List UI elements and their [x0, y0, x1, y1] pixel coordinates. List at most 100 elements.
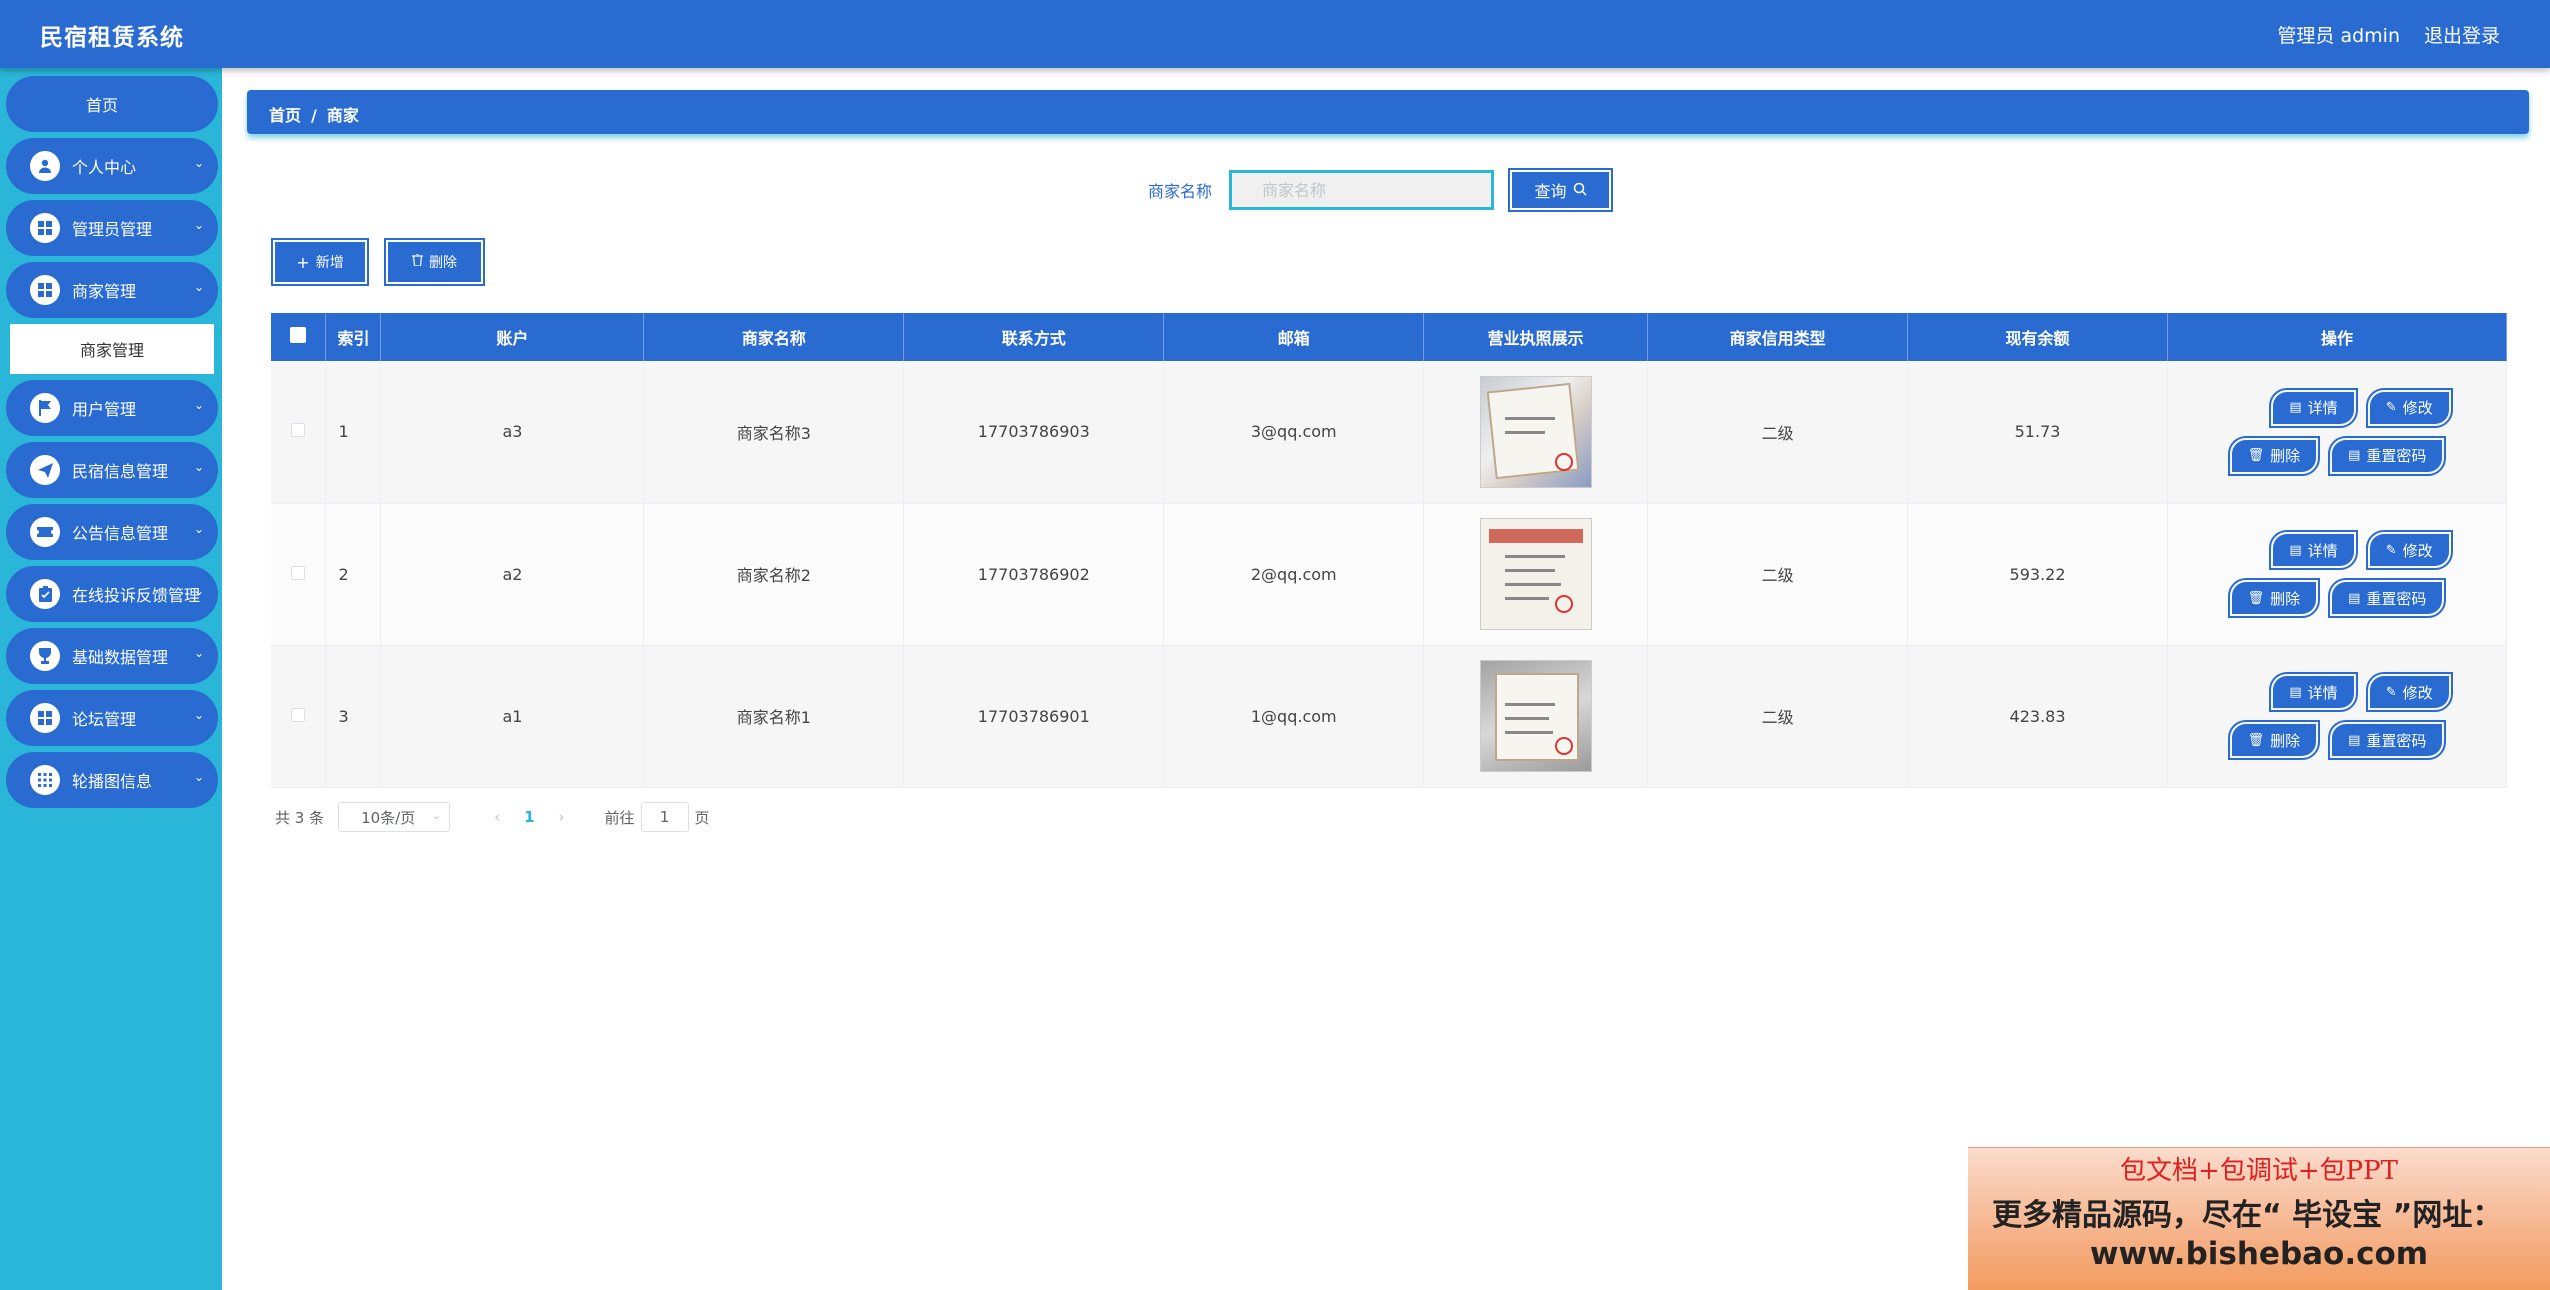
- license-thumbnail[interactable]: [1479, 375, 1592, 488]
- cell-credit-type: 二级: [1647, 645, 1909, 788]
- table-row: 2 a2 商家名称2 17703786902 2@qq.com 二级 593.2…: [271, 503, 2507, 646]
- reset-password-button[interactable]: ▤ 重置密码: [2328, 720, 2447, 760]
- top-header: 民宿租赁系统 管理员 admin 退出登录: [0, 0, 2550, 68]
- reset-password-button[interactable]: ▤ 重置密码: [2328, 435, 2447, 476]
- breadcrumb-separator: /: [311, 106, 317, 125]
- sidebar-item-label: 管理员管理: [72, 220, 153, 239]
- query-button[interactable]: 查询: [1508, 168, 1613, 212]
- document-icon: ▤: [2289, 542, 2302, 558]
- reset-password-button[interactable]: ▤ 重置密码: [2328, 578, 2447, 618]
- chevron-down-icon: ⌄: [193, 584, 204, 598]
- cell-license: [1423, 645, 1649, 788]
- column-header-credit-type: 商家信用类型: [1647, 313, 1909, 361]
- column-header-license: 营业执照展示: [1423, 313, 1649, 361]
- sidebar-item-label: 在线投诉反馈管理: [72, 586, 201, 605]
- row-checkbox[interactable]: [271, 361, 327, 504]
- logout-link[interactable]: 退出登录: [2424, 21, 2500, 48]
- delete-button[interactable]: 🗑 删除: [2227, 578, 2321, 618]
- cell-actions: ▤ 详情 ✎ 修改 🗑 删除 ▤ 重置密码: [2167, 503, 2507, 646]
- edit-button-label: 修改: [2402, 399, 2433, 418]
- reset-password-button-label: 重置密码: [2366, 447, 2427, 466]
- goto-label: 前往: [604, 808, 635, 827]
- sidebar-item-basic-data[interactable]: 基础数据管理 ⌄: [6, 628, 218, 684]
- next-page-icon[interactable]: ›: [559, 808, 565, 826]
- license-thumbnail[interactable]: [1479, 660, 1592, 772]
- ticket-icon: [30, 517, 60, 547]
- checkbox-icon: [291, 423, 306, 438]
- cell-merchant-name: 商家名称2: [643, 503, 905, 646]
- cell-credit-type: 二级: [1647, 361, 1909, 504]
- sidebar-item-admin-management[interactable]: 管理员管理 ⌄: [6, 200, 218, 256]
- sidebar-subitem-merchant-management[interactable]: 商家管理: [10, 324, 214, 374]
- reset-password-button-label: 重置密码: [2366, 731, 2427, 750]
- chevron-down-icon: ⌄: [193, 218, 204, 232]
- sidebar-item-label: 民宿信息管理: [72, 462, 169, 481]
- document-icon: ▤: [2348, 732, 2361, 748]
- sidebar-item-home[interactable]: 首页: [6, 76, 218, 132]
- license-thumbnail[interactable]: [1479, 518, 1592, 630]
- cell-account: a1: [380, 645, 645, 788]
- breadcrumb-current: 商家: [326, 106, 359, 125]
- grid-icon: [30, 275, 60, 305]
- promo-line-3: www.bishebao.com: [2089, 1236, 2429, 1272]
- sidebar-item-merchant-management[interactable]: 商家管理 ⌄: [6, 262, 218, 318]
- promo-watermark: 包文档+包调试+包PPT 更多精品源码，尽在“ 毕设宝 ”网址： www.bis…: [1968, 1147, 2550, 1290]
- cell-license: [1423, 503, 1649, 646]
- merchant-name-search-input[interactable]: [1229, 170, 1494, 210]
- sidebar-item-complaint-feedback[interactable]: 在线投诉反馈管理 ⌄: [6, 566, 218, 622]
- sidebar-item-user-management[interactable]: 用户管理 ⌄: [6, 380, 218, 436]
- delete-button[interactable]: 🗑 删除: [2227, 435, 2321, 476]
- sidebar-item-label: 公告信息管理: [72, 524, 169, 543]
- sidebar-item-profile[interactable]: 个人中心 ⌄: [6, 138, 218, 194]
- row-checkbox[interactable]: [271, 503, 327, 646]
- detail-button[interactable]: ▤ 详情: [2269, 672, 2358, 712]
- cell-index: 3: [325, 645, 382, 788]
- prev-page-icon[interactable]: ‹: [494, 808, 500, 826]
- grid-icon: [30, 213, 60, 243]
- current-page-number[interactable]: 1: [524, 808, 534, 826]
- chevron-down-icon: ⌄: [193, 646, 204, 660]
- sidebar-item-homestay-info[interactable]: 民宿信息管理 ⌄: [6, 442, 218, 498]
- breadcrumb-home[interactable]: 首页: [269, 106, 301, 125]
- cell-balance: 423.83: [1907, 645, 2168, 788]
- cell-index: 2: [325, 503, 382, 646]
- sidebar-item-forum-management[interactable]: 论坛管理 ⌄: [6, 690, 218, 746]
- cell-actions: ▤ 详情 ✎ 修改 🗑 删除 ▤ 重置密码: [2167, 645, 2507, 788]
- edit-button[interactable]: ✎ 修改: [2365, 672, 2453, 712]
- sidebar-item-notice-info[interactable]: 公告信息管理 ⌄: [6, 504, 218, 560]
- table-row: 3 a1 商家名称1 17703786901 1@qq.com 二级 423.8…: [271, 645, 2507, 788]
- delete-button-label: 删除: [2270, 731, 2301, 750]
- merchant-table: 索引 账户 商家名称 联系方式 邮箱 营业执照展示 商家信用类型 现有余额 操作…: [271, 313, 2507, 788]
- edit-button[interactable]: ✎ 修改: [2365, 530, 2453, 570]
- grid-icon: [30, 703, 60, 733]
- select-all-checkbox[interactable]: [271, 313, 327, 361]
- detail-button[interactable]: ▤ 详情: [2269, 387, 2358, 428]
- sidebar-item-label: 用户管理: [72, 400, 137, 419]
- page-size-value: 10条/页: [361, 808, 416, 827]
- cell-email: 1@qq.com: [1163, 645, 1425, 788]
- sidebar-item-carousel-info[interactable]: 轮播图信息 ⌄: [6, 752, 218, 808]
- column-header-email: 邮箱: [1163, 313, 1425, 361]
- sidebar-item-label: 个人中心: [72, 158, 137, 177]
- chevron-down-icon: ⌄: [193, 708, 204, 722]
- apps-icon: [30, 765, 60, 795]
- delete-button[interactable]: 🗑 删除: [2227, 720, 2321, 760]
- page-size-select[interactable]: 10条/页 ⌄: [338, 802, 451, 832]
- pagination-total: 共 3 条: [275, 808, 325, 827]
- column-header-merchant-name: 商家名称: [643, 313, 905, 361]
- table-header-row: 索引 账户 商家名称 联系方式 邮箱 营业执照展示 商家信用类型 现有余额 操作: [271, 313, 2507, 361]
- goto-page-input[interactable]: [640, 802, 689, 832]
- sidebar-item-label: 首页: [85, 96, 118, 115]
- cell-contact: 17703786903: [903, 361, 1165, 504]
- detail-button[interactable]: ▤ 详情: [2269, 530, 2358, 570]
- edit-button[interactable]: ✎ 修改: [2365, 387, 2453, 428]
- cell-actions: ▤ 详情 ✎ 修改 🗑 删除 ▤ 重置密码: [2167, 361, 2507, 504]
- trash-icon: 🗑: [2247, 590, 2265, 606]
- column-header-account: 账户: [380, 313, 645, 361]
- batch-delete-button[interactable]: 删除: [384, 238, 485, 286]
- clipboard-icon: [30, 579, 60, 609]
- sidebar-item-label: 论坛管理: [72, 710, 137, 729]
- row-checkbox[interactable]: [271, 645, 327, 788]
- sidebar-item-label: 基础数据管理: [72, 648, 169, 667]
- add-button[interactable]: + 新增: [271, 238, 369, 286]
